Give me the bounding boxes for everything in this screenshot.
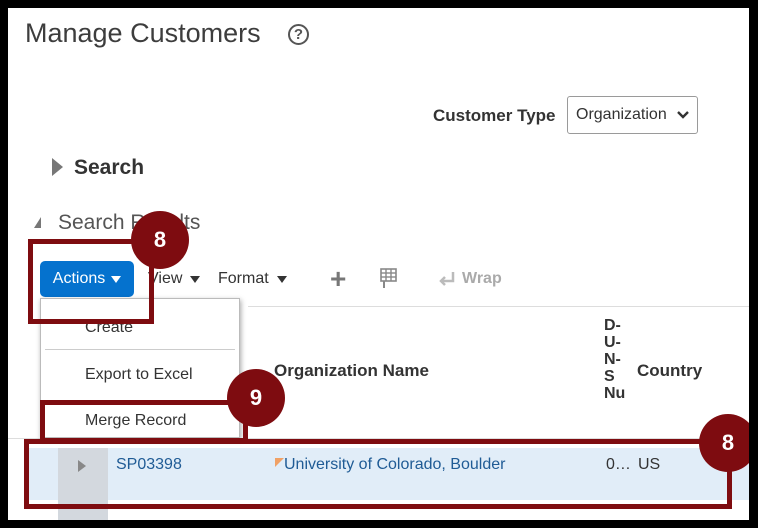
menu-item-export-to-excel[interactable]: Export to Excel bbox=[85, 366, 193, 384]
column-header-organization-name[interactable]: Organization Name bbox=[274, 361, 429, 381]
search-expand-icon[interactable] bbox=[52, 158, 63, 176]
column-header-country[interactable]: Country bbox=[637, 361, 702, 381]
format-menu-button[interactable]: Format bbox=[218, 270, 287, 288]
page-title: Manage Customers bbox=[25, 18, 261, 48]
menu-separator bbox=[45, 349, 235, 350]
search-section-title[interactable]: Search bbox=[74, 156, 144, 180]
annotation-badge-8: 8 bbox=[131, 211, 189, 269]
annotation-badge-8-row: 8 bbox=[699, 414, 749, 472]
column-header-duns[interactable]: D- U- N- S Nu bbox=[604, 317, 634, 402]
annotation-badge-9: 9 bbox=[227, 369, 285, 427]
view-menu-button[interactable]: View bbox=[148, 270, 201, 288]
app-window: Manage Customers ? Customer Type Organiz… bbox=[8, 8, 749, 520]
chevron-down-icon bbox=[677, 111, 689, 119]
annotation-highlight-row bbox=[24, 439, 732, 509]
help-icon[interactable]: ? bbox=[288, 24, 309, 45]
customer-type-select[interactable]: Organization bbox=[567, 96, 698, 134]
wrap-icon bbox=[439, 272, 455, 286]
customer-type-label: Customer Type bbox=[433, 106, 556, 125]
freeze-columns-icon[interactable] bbox=[375, 266, 399, 290]
wrap-button[interactable]: Wrap bbox=[438, 270, 502, 288]
chevron-down-icon bbox=[276, 275, 287, 283]
format-label: Format bbox=[218, 270, 269, 287]
add-icon[interactable]: + bbox=[330, 265, 346, 293]
annotation-highlight-merge bbox=[40, 400, 248, 443]
customer-type-value: Organization bbox=[576, 106, 667, 123]
chevron-down-icon bbox=[190, 275, 201, 283]
wrap-label: Wrap bbox=[462, 270, 502, 287]
results-collapse-icon[interactable] bbox=[34, 217, 41, 228]
